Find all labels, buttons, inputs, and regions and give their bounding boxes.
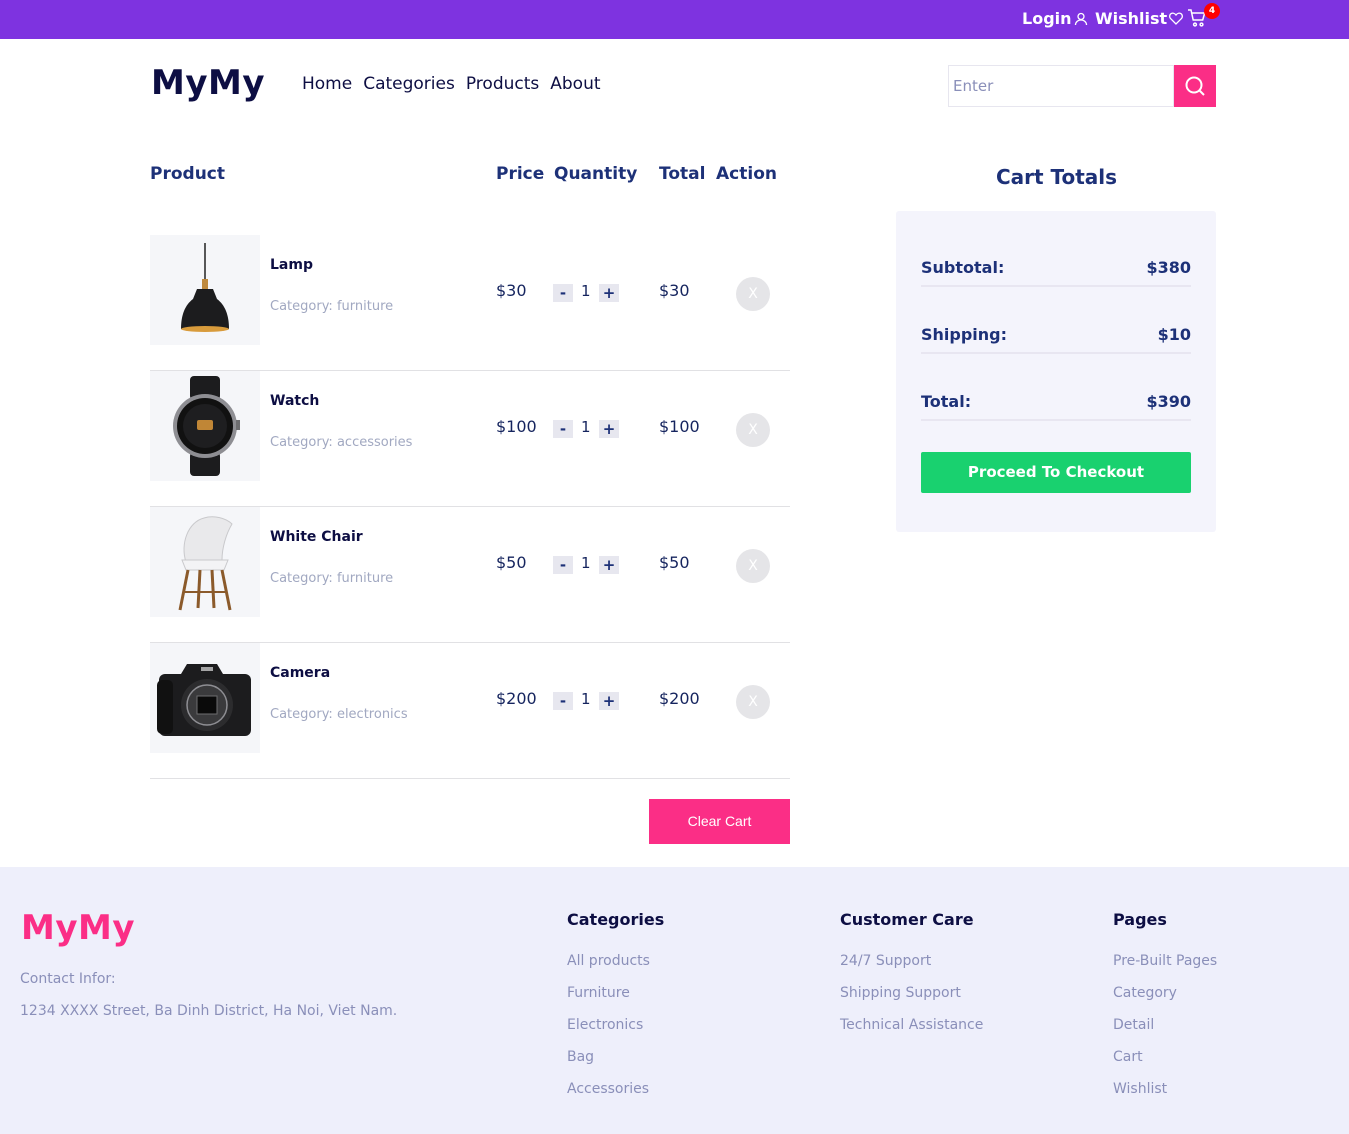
product-price: $200 [496, 689, 537, 708]
product-category: Category: accessories [270, 435, 413, 450]
product-image-camera[interactable] [150, 643, 260, 753]
shipping-value: $10 [1157, 325, 1191, 344]
main-nav: Home Categories Products About [302, 74, 601, 94]
footer-link[interactable]: 24/7 Support [840, 953, 931, 969]
product-total: $100 [659, 417, 700, 436]
footer-link[interactable]: Shipping Support [840, 985, 961, 1001]
cart-row: Camera Category: electronics $200 - 1 + … [150, 643, 790, 779]
cart-totals-title: Cart Totals [995, 165, 1118, 189]
product-total: $30 [659, 281, 690, 300]
product-image-watch[interactable] [150, 371, 260, 481]
divider [921, 352, 1191, 354]
footer-link[interactable]: Detail [1113, 1017, 1154, 1033]
product-category: Category: furniture [270, 299, 394, 314]
column-header-product: Product [150, 164, 225, 184]
nav-about[interactable]: About [550, 74, 600, 94]
quantity-decrease-button[interactable]: - [553, 284, 573, 302]
column-header-action: Action [716, 164, 777, 184]
column-header-total: Total [659, 164, 706, 184]
cart-row: Watch Category: accessories $100 - 1 + $… [150, 371, 790, 507]
quantity-increase-button[interactable]: + [599, 556, 619, 574]
quantity-value: 1 [581, 690, 591, 708]
shipping-label: Shipping: [921, 325, 1008, 344]
product-image-chair[interactable] [150, 507, 260, 617]
divider [921, 285, 1191, 287]
quantity-decrease-button[interactable]: - [553, 420, 573, 438]
footer-heading-categories: Categories [567, 910, 665, 929]
product-name[interactable]: Camera [270, 665, 330, 681]
product-total: $200 [659, 689, 700, 708]
column-header-price: Price [496, 164, 545, 184]
quantity-value: 1 [581, 554, 591, 572]
product-name[interactable]: Watch [270, 393, 319, 409]
product-price: $100 [496, 417, 537, 436]
address-text: 1234 XXXX Street, Ba Dinh District, Ha N… [20, 1003, 398, 1019]
product-price: $50 [496, 553, 527, 572]
subtotal-label: Subtotal: [921, 258, 1005, 277]
nav-home[interactable]: Home [302, 74, 352, 94]
cart-row: White Chair Category: furniture $50 - 1 … [150, 507, 790, 643]
cart-totals-panel: Subtotal: $380 Shipping: $10 Total: $390… [896, 211, 1216, 532]
footer-link[interactable]: Accessories [567, 1081, 649, 1097]
footer-link[interactable]: Technical Assistance [840, 1017, 983, 1033]
camera-image [157, 664, 251, 736]
search-button[interactable] [1174, 65, 1216, 107]
product-price: $30 [496, 281, 527, 300]
subtotal-value: $380 [1146, 258, 1191, 277]
quantity-increase-button[interactable]: + [599, 420, 619, 438]
cart-row: Lamp Category: furniture $30 - 1 + $30 X [150, 235, 790, 371]
product-total: $50 [659, 553, 690, 572]
remove-item-button[interactable]: X [736, 277, 770, 311]
chair-image [178, 516, 233, 611]
watch-image [173, 376, 240, 476]
column-header-quantity: Quantity [554, 164, 638, 184]
product-category: Category: electronics [270, 707, 408, 722]
nav-categories[interactable]: Categories [363, 74, 455, 94]
quantity-decrease-button[interactable]: - [553, 556, 573, 574]
footer-link[interactable]: Electronics [567, 1017, 643, 1033]
quantity-increase-button[interactable]: + [599, 284, 619, 302]
footer-link[interactable]: All products [567, 953, 650, 969]
top-bar: Login Wishlist 4 [0, 0, 1349, 39]
clear-cart-button[interactable]: Clear Cart [649, 799, 790, 844]
quantity-increase-button[interactable]: + [599, 692, 619, 710]
divider [921, 419, 1191, 421]
footer-link[interactable]: Wishlist [1113, 1081, 1167, 1097]
footer-link[interactable]: Furniture [567, 985, 630, 1001]
wishlist-label: Wishlist [1095, 9, 1168, 28]
footer-link[interactable]: Cart [1113, 1049, 1143, 1065]
cart-count-badge: 4 [1204, 3, 1220, 19]
nav-products[interactable]: Products [466, 74, 539, 94]
login-label: Login [1022, 9, 1072, 28]
user-icon [1074, 12, 1087, 25]
remove-item-button[interactable]: X [736, 685, 770, 719]
login-link[interactable]: Login [1022, 9, 1088, 28]
proceed-to-checkout-button[interactable]: Proceed To Checkout [921, 452, 1191, 493]
site-logo[interactable]: MyMy [151, 63, 265, 103]
product-image-lamp[interactable] [150, 235, 260, 345]
search-input[interactable] [948, 65, 1174, 107]
total-value: $390 [1146, 392, 1191, 411]
remove-item-button[interactable]: X [736, 549, 770, 583]
footer-heading-pages: Pages [1113, 910, 1167, 929]
total-label: Total: [921, 392, 972, 411]
footer-link[interactable]: Pre-Built Pages [1113, 953, 1217, 969]
quantity-value: 1 [581, 418, 591, 436]
footer: MyMy Contact Infor: 1234 XXXX Street, Ba… [0, 867, 1349, 1134]
wishlist-link[interactable]: Wishlist [1095, 9, 1184, 28]
search-icon [1185, 76, 1205, 96]
footer-heading-customer-care: Customer Care [840, 910, 974, 929]
product-category: Category: furniture [270, 571, 394, 586]
product-name[interactable]: Lamp [270, 257, 313, 273]
product-name[interactable]: White Chair [270, 529, 363, 545]
lamp-image [181, 242, 229, 332]
footer-link[interactable]: Bag [567, 1049, 594, 1065]
quantity-value: 1 [581, 282, 591, 300]
footer-link[interactable]: Category [1113, 985, 1177, 1001]
footer-logo[interactable]: MyMy [21, 908, 135, 948]
heart-icon [1169, 12, 1184, 25]
remove-item-button[interactable]: X [736, 413, 770, 447]
quantity-decrease-button[interactable]: - [553, 692, 573, 710]
contact-label: Contact Infor: [20, 971, 116, 987]
